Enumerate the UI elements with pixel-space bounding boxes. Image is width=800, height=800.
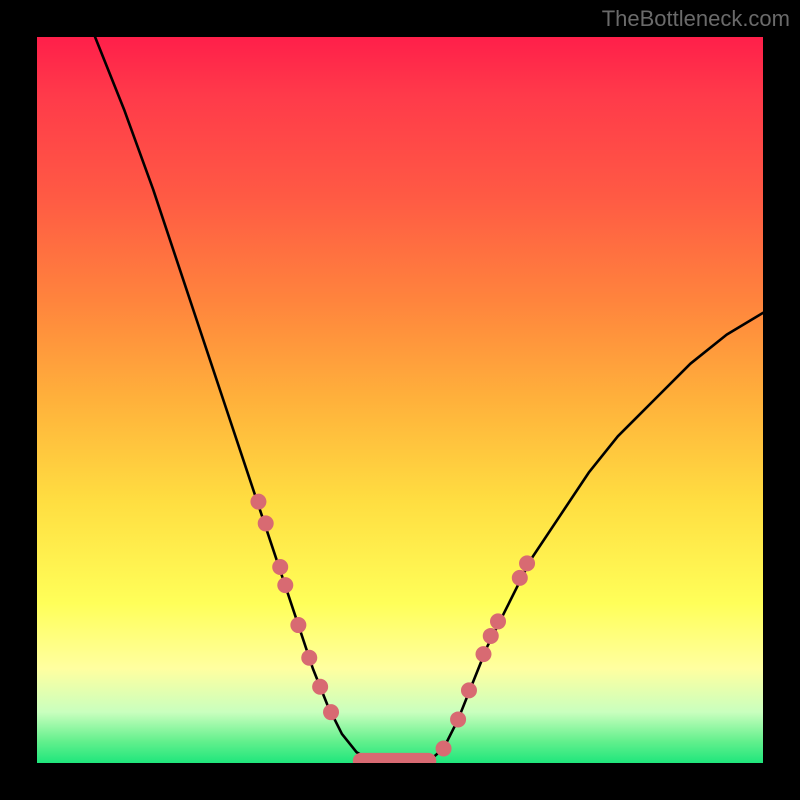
data-point xyxy=(461,682,477,698)
watermark-text: TheBottleneck.com xyxy=(602,6,790,32)
bottom-bar xyxy=(353,753,436,763)
data-point xyxy=(450,711,466,727)
data-point xyxy=(436,740,452,756)
data-point xyxy=(519,555,535,571)
data-point xyxy=(250,494,266,510)
data-point xyxy=(301,650,317,666)
data-point xyxy=(272,559,288,575)
bottleneck-curve xyxy=(37,37,763,763)
data-point xyxy=(290,617,306,633)
data-point xyxy=(277,577,293,593)
data-point xyxy=(323,704,339,720)
data-point xyxy=(475,646,491,662)
plot-area xyxy=(37,37,763,763)
data-point xyxy=(512,570,528,586)
data-point xyxy=(483,628,499,644)
data-point xyxy=(258,515,274,531)
chart-frame: TheBottleneck.com xyxy=(0,0,800,800)
data-point xyxy=(312,679,328,695)
curve-path xyxy=(95,37,763,762)
data-point xyxy=(490,613,506,629)
